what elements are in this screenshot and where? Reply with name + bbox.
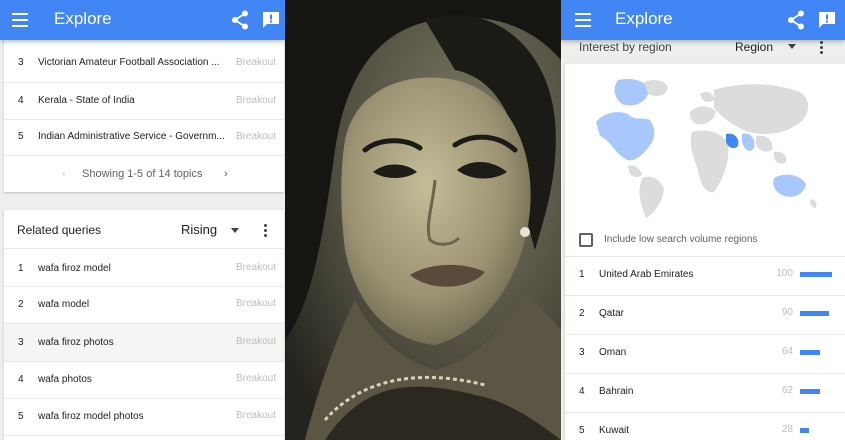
row-label: Qatar — [599, 308, 625, 319]
row-rank: 2 — [579, 308, 585, 319]
related-topics-card: 3 Victorian Amateur Football Association… — [4, 40, 284, 192]
row-value: Breakout — [235, 298, 276, 309]
row-label: Indian Administrative Service - Governm.… — [38, 131, 225, 142]
interest-bar — [800, 311, 832, 316]
row-label: Kerala - State of India — [38, 95, 135, 106]
interest-bar — [800, 350, 832, 355]
row-label: Victorian Amateur Football Association .… — [38, 57, 220, 68]
divider — [4, 82, 284, 83]
row-rank: 1 — [18, 263, 24, 274]
interest-bar-fill — [800, 389, 820, 394]
row-label: wafa photos — [38, 374, 92, 385]
chevron-down-icon[interactable] — [231, 228, 239, 233]
interest-bar — [800, 428, 832, 433]
row-value: Breakout — [235, 131, 276, 142]
related-queries-card: Related queries Rising 1 wafa firoz mode… — [4, 210, 284, 440]
row-label: Bahrain — [599, 386, 634, 397]
row-label: wafa firoz model — [38, 263, 111, 274]
right-trends-panel: Explore Interest by region Region Includ… — [561, 0, 845, 440]
previous-page-button[interactable]: ‹ — [62, 168, 66, 180]
divider — [4, 119, 284, 120]
row-value: 90 — [781, 307, 793, 318]
region-dropdown[interactable]: Region — [735, 40, 773, 54]
row-rank: 3 — [18, 337, 24, 348]
screenshot-collage: Explore 3 Victorian Amateur Football Ass… — [0, 0, 845, 440]
menu-icon[interactable] — [12, 13, 28, 27]
interest-bar — [800, 272, 832, 277]
row-label: Kuwait — [599, 425, 630, 436]
interest-bar-fill — [800, 350, 821, 355]
checkbox-label: Include low search volume regions — [604, 234, 758, 245]
row-rank: 3 — [18, 57, 24, 68]
interest-by-region-card: Include low search volume regions 1 Unit… — [565, 64, 845, 440]
row-rank: 5 — [18, 411, 24, 422]
card-title: Related queries — [17, 223, 102, 237]
next-page-button[interactable]: › — [224, 168, 228, 180]
low-volume-checkbox[interactable] — [579, 233, 593, 247]
list-item[interactable]: 5 Kuwait 28 — [565, 413, 845, 440]
row-label: wafa firoz photos — [38, 337, 114, 348]
row-rank: 4 — [18, 374, 24, 385]
row-label: wafa firoz model photos — [38, 411, 144, 422]
divider — [4, 155, 284, 156]
interest-bar-fill — [800, 272, 832, 277]
card-title: Interest by region — [579, 40, 672, 54]
row-value: 100 — [776, 268, 793, 279]
app-title: Explore — [54, 9, 112, 28]
row-value: Breakout — [235, 57, 276, 68]
row-value: Breakout — [235, 410, 276, 421]
list-item[interactable]: 4 Bahrain 62 — [565, 374, 845, 412]
row-value: Breakout — [235, 262, 276, 273]
pagination-text: Showing 1-5 of 14 topics — [82, 168, 203, 180]
chevron-down-icon[interactable] — [788, 44, 796, 49]
list-item[interactable]: 5 wafa firoz model photos Breakout — [4, 399, 284, 435]
row-rank: 4 — [579, 386, 585, 397]
app-title: Explore — [615, 9, 673, 28]
row-value: Breakout — [235, 95, 276, 106]
interest-bar — [800, 389, 832, 394]
row-value: 28 — [781, 424, 793, 435]
region-card-header: Interest by region Region — [561, 40, 845, 64]
portrait-illustration — [285, 0, 561, 440]
row-rank: 2 — [18, 299, 24, 310]
list-item[interactable]: 3 Oman 64 — [565, 335, 845, 373]
interest-bar-fill — [800, 428, 809, 433]
row-label: wafa model — [38, 299, 90, 310]
row-value: Breakout — [235, 336, 276, 347]
divider — [4, 435, 284, 436]
left-trends-panel: Explore 3 Victorian Amateur Football Ass… — [0, 0, 285, 440]
row-rank: 1 — [579, 269, 585, 280]
more-options-icon[interactable] — [820, 41, 824, 56]
list-item[interactable]: 4 wafa photos Breakout — [4, 362, 284, 398]
list-item[interactable]: 1 wafa firoz model Breakout — [4, 249, 284, 286]
list-item[interactable]: 1 United Arab Emirates 100 — [565, 257, 845, 295]
app-bar: Explore — [561, 0, 845, 40]
feedback-icon[interactable] — [262, 11, 280, 29]
share-icon[interactable] — [787, 10, 805, 30]
row-value: 62 — [781, 385, 793, 396]
list-item[interactable]: 2 wafa model Breakout — [4, 287, 284, 324]
row-value: Breakout — [235, 373, 276, 384]
list-item[interactable]: 2 Qatar 90 — [565, 296, 845, 334]
more-options-icon[interactable] — [264, 224, 268, 239]
row-rank: 5 — [579, 425, 585, 436]
rising-dropdown[interactable]: Rising — [181, 222, 217, 237]
world-map — [596, 78, 817, 218]
card-header: Related queries Rising — [4, 210, 284, 248]
share-icon[interactable] — [231, 10, 249, 30]
row-rank: 4 — [18, 95, 24, 106]
feedback-icon[interactable] — [818, 11, 836, 29]
row-label: Oman — [599, 347, 627, 358]
menu-icon[interactable] — [575, 13, 591, 27]
portrait-photo — [285, 0, 561, 440]
row-value: 64 — [781, 346, 793, 357]
interest-bar-fill — [800, 311, 829, 316]
pagination: ‹ Showing 1-5 of 14 topics › — [4, 167, 284, 187]
row-label: United Arab Emirates — [599, 269, 694, 280]
row-rank: 3 — [579, 347, 585, 358]
row-rank: 5 — [18, 131, 24, 142]
list-item[interactable]: 3 wafa firoz photos Breakout — [4, 324, 284, 361]
app-bar: Explore — [0, 0, 285, 40]
